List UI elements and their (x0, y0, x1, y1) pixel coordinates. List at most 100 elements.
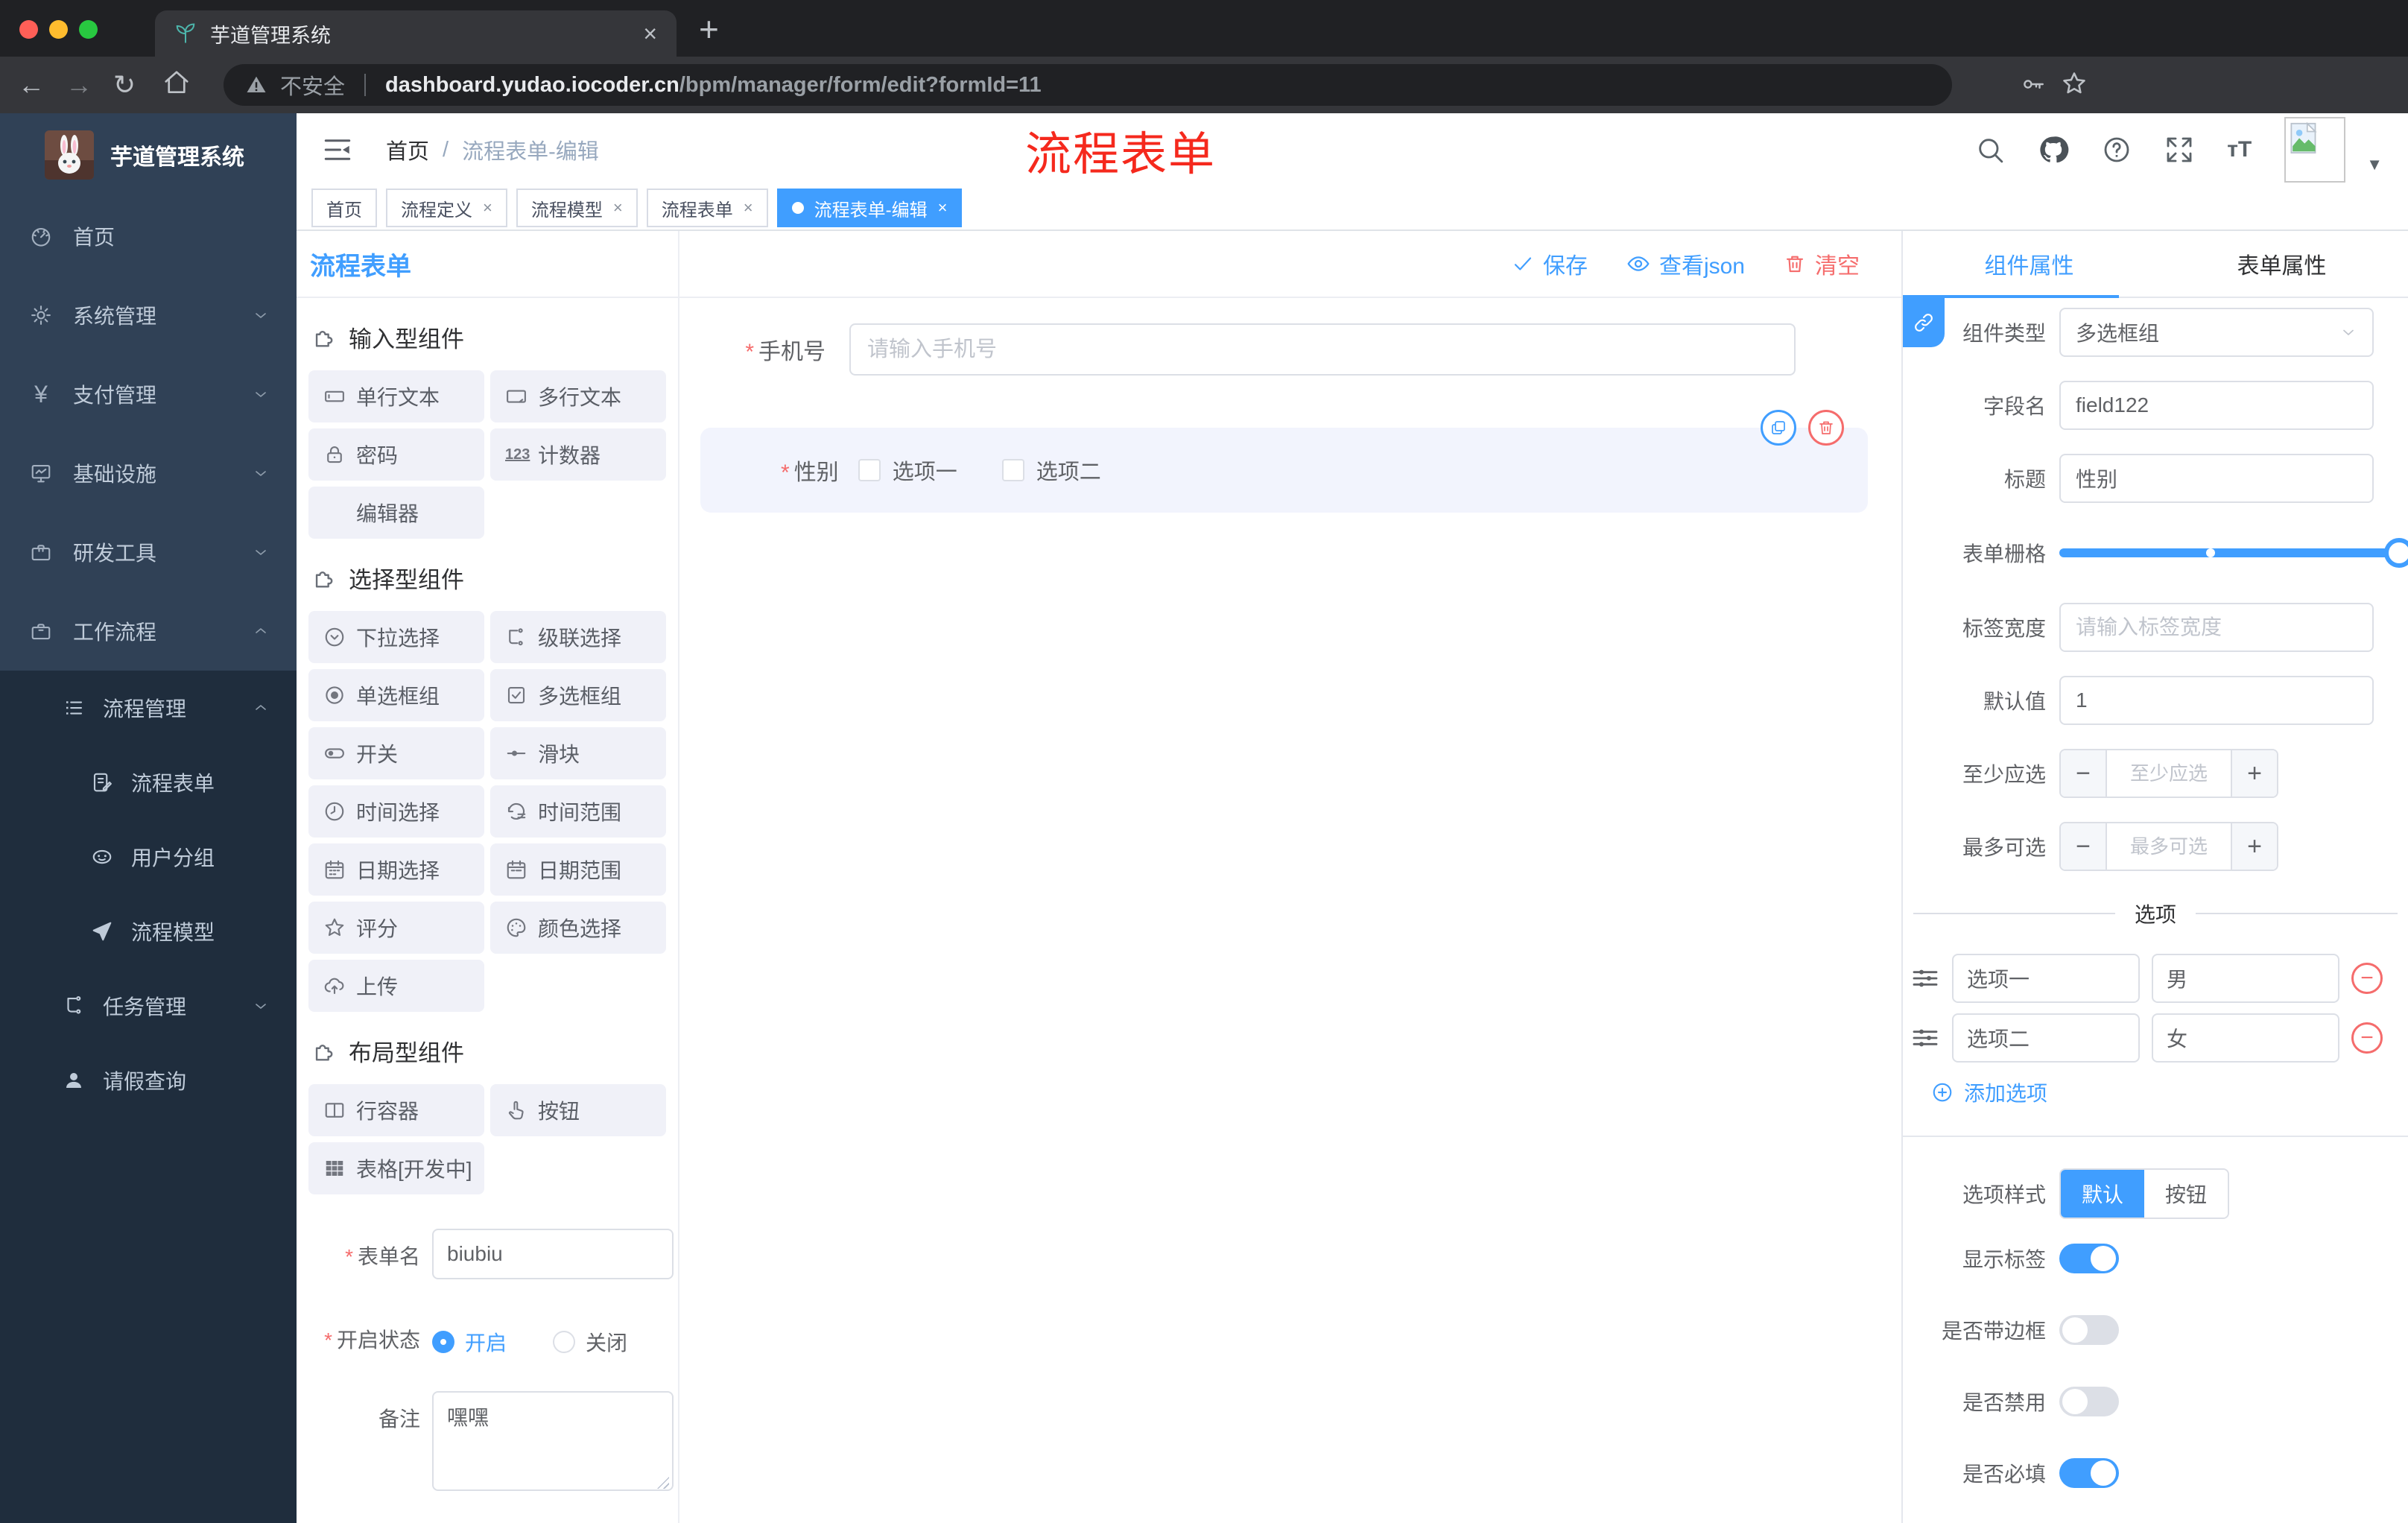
sidebar-item-system[interactable]: 系统管理 (0, 276, 297, 355)
search-icon[interactable] (1975, 135, 2005, 165)
palette-item-slider[interactable]: 滑块 (490, 727, 666, 779)
tab-form-props[interactable]: 表单属性 (2155, 231, 2408, 297)
palette-item-button[interactable]: 按钮 (490, 1084, 666, 1136)
palette-item-switch[interactable]: 开关 (308, 727, 484, 779)
option-label-input[interactable] (1952, 954, 2140, 1003)
required-toggle[interactable] (2059, 1458, 2119, 1488)
tag-close-icon[interactable]: × (613, 198, 623, 218)
tag-process-form-edit[interactable]: 流程表单-编辑 × (776, 189, 963, 227)
key-icon[interactable] (2021, 72, 2046, 97)
palette-item-cascader[interactable]: 级联选择 (490, 611, 666, 663)
sidebar-item-payment[interactable]: ¥ 支付管理 (0, 355, 297, 434)
palette-item-upload[interactable]: 上传 (308, 960, 484, 1012)
sidebar-item-process-manage[interactable]: 流程管理 (0, 671, 297, 745)
sidebar-item-process-model[interactable]: 流程模型 (0, 894, 297, 969)
title-input[interactable] (2059, 454, 2374, 503)
palette-item-single-text[interactable]: 单行文本 (308, 370, 484, 422)
close-window-button[interactable] (19, 20, 38, 39)
font-size-icon[interactable]: ᴛT (2227, 137, 2252, 162)
canvas-field-phone[interactable]: 手机号 (712, 323, 1869, 376)
url-bar[interactable]: 不安全 dashboard.yudao.iocoder.cn/bpm/manag… (224, 64, 1952, 106)
add-option-link[interactable]: 添加选项 (1903, 1077, 2408, 1107)
avatar[interactable] (2284, 117, 2346, 183)
tag-home[interactable]: 首页 (311, 189, 377, 227)
delete-field-button[interactable] (1808, 410, 1844, 446)
decrement-button[interactable]: − (2061, 823, 2107, 870)
option-value-input[interactable] (2152, 954, 2339, 1003)
increment-button[interactable]: + (2231, 750, 2277, 797)
palette-item-date-range[interactable]: 日期范围 (490, 843, 666, 896)
tag-process-definition[interactable]: 流程定义 × (386, 189, 507, 227)
zoom-window-button[interactable] (79, 20, 98, 39)
palette-item-checkbox-group[interactable]: 多选框组 (490, 669, 666, 721)
tag-close-icon[interactable]: × (744, 198, 753, 218)
form-grid-slider[interactable] (2059, 538, 2408, 568)
browser-tab[interactable]: 芋道管理系统 × (155, 10, 677, 57)
github-icon[interactable] (2038, 134, 2069, 165)
duplicate-field-button[interactable] (1761, 410, 1796, 446)
gender-option2-label[interactable]: 选项二 (1036, 455, 1101, 486)
sidebar-item-task-manage[interactable]: 任务管理 (0, 969, 297, 1043)
palette-item-multi-text[interactable]: 多行文本 (490, 370, 666, 422)
palette-item-radio-group[interactable]: 单选框组 (308, 669, 484, 721)
url-text[interactable]: dashboard.yudao.iocoder.cn/bpm/manager/f… (385, 73, 1042, 98)
save-button[interactable]: 保存 (1512, 247, 1588, 280)
gender-option1-label[interactable]: 选项一 (893, 455, 957, 486)
border-toggle[interactable] (2059, 1315, 2119, 1345)
bookmark-star-icon[interactable] (2061, 70, 2088, 97)
option-value-input[interactable] (2152, 1013, 2339, 1063)
security-label[interactable]: 不安全 (280, 69, 345, 101)
new-tab-button[interactable]: + (699, 9, 719, 49)
palette-item-time-picker[interactable]: 时间选择 (308, 785, 484, 838)
palette-item-password[interactable]: 密码 (308, 428, 484, 481)
status-off-label[interactable]: 关闭 (586, 1327, 627, 1357)
disabled-toggle[interactable] (2059, 1387, 2119, 1416)
tag-close-icon[interactable]: × (483, 198, 492, 218)
label-width-input[interactable] (2059, 603, 2374, 652)
forward-icon[interactable]: → (66, 70, 92, 100)
style-button-button[interactable]: 按钮 (2144, 1170, 2228, 1218)
slider-thumb[interactable] (2384, 538, 2408, 568)
tag-process-model[interactable]: 流程模型 × (516, 189, 638, 227)
min-select-input[interactable] (2107, 750, 2231, 797)
minimize-window-button[interactable] (49, 20, 68, 39)
reload-icon[interactable]: ↻ (113, 70, 136, 100)
phone-field-input[interactable] (849, 323, 1796, 376)
gender-option1-checkbox[interactable] (858, 459, 881, 481)
decrement-button[interactable]: − (2061, 750, 2107, 797)
hamburger-collapse-icon[interactable] (322, 134, 353, 165)
form-name-input[interactable] (432, 1229, 674, 1279)
breadcrumb-home[interactable]: 首页 (386, 134, 429, 165)
tag-close-icon[interactable]: × (938, 198, 948, 218)
back-icon[interactable]: ← (18, 70, 45, 100)
default-value-input[interactable] (2059, 676, 2374, 725)
palette-item-select[interactable]: 下拉选择 (308, 611, 484, 663)
palette-item-color-picker[interactable]: 颜色选择 (490, 902, 666, 954)
security-warning-icon[interactable] (244, 74, 268, 96)
sidebar-item-leave-query[interactable]: 请假查询 (0, 1043, 297, 1118)
status-on-label[interactable]: 开启 (465, 1327, 507, 1357)
sidebar-item-process-form[interactable]: 流程表单 (0, 745, 297, 820)
help-icon[interactable] (2102, 135, 2132, 165)
show-label-toggle[interactable] (2059, 1244, 2119, 1273)
gender-option2-checkbox[interactable] (1001, 459, 1024, 481)
increment-button[interactable]: + (2231, 823, 2277, 870)
sidebar-item-workflow[interactable]: 工作流程 (0, 592, 297, 671)
drag-handle-icon[interactable] (1910, 1023, 1940, 1053)
option-label-input[interactable] (1952, 1013, 2140, 1063)
status-on-radio[interactable] (432, 1331, 454, 1353)
palette-item-row-container[interactable]: 行容器 (308, 1084, 484, 1136)
sidebar-item-devtools[interactable]: 研发工具 (0, 513, 297, 592)
canvas-field-gender-selected[interactable]: 性别 选项一 选项二 (700, 410, 1868, 513)
sidebar-item-home[interactable]: 首页 (0, 197, 297, 276)
max-select-input[interactable] (2107, 823, 2231, 870)
palette-item-counter[interactable]: 123 计数器 (490, 428, 666, 481)
palette-item-editor[interactable]: 编辑器 (308, 487, 484, 539)
palette-item-date-picker[interactable]: 日期选择 (308, 843, 484, 896)
palette-item-rate[interactable]: 评分 (308, 902, 484, 954)
style-default-button[interactable]: 默认 (2061, 1170, 2144, 1218)
palette-item-time-range[interactable]: 时间范围 (490, 785, 666, 838)
status-off-radio[interactable] (553, 1331, 576, 1353)
tag-process-form[interactable]: 流程表单 × (646, 189, 768, 227)
remove-option-button[interactable]: − (2351, 1022, 2383, 1054)
